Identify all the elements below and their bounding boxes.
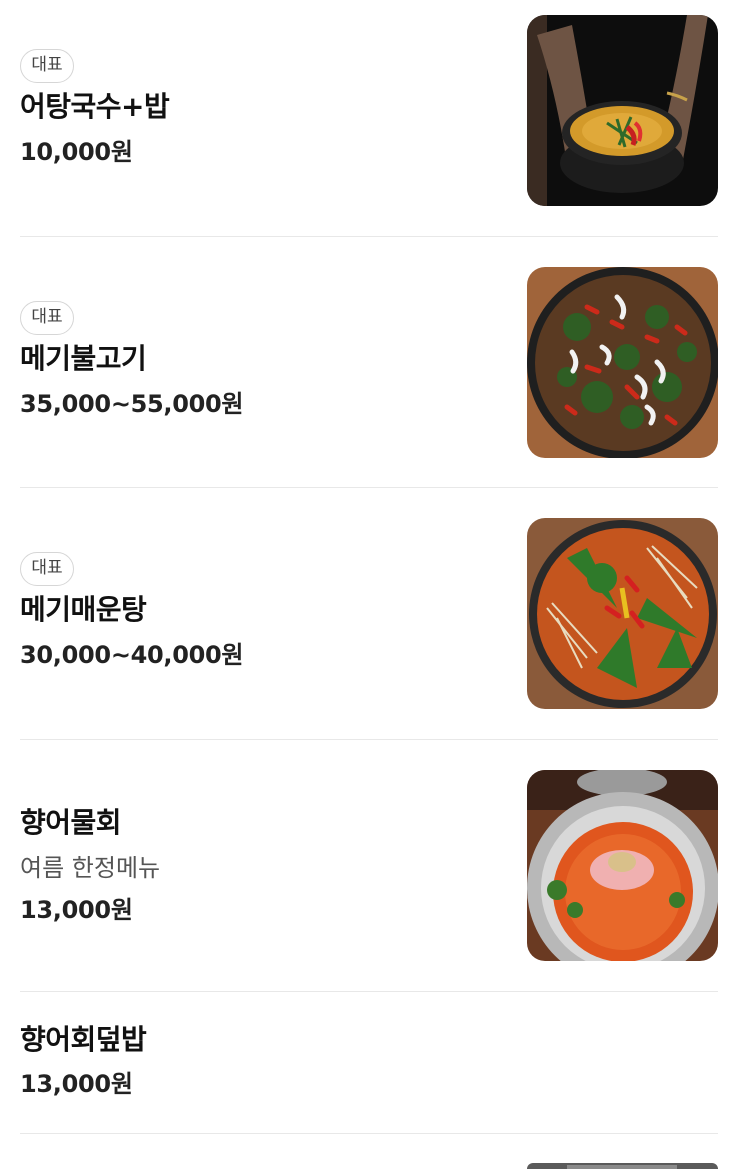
- menu-item-photo[interactable]: [527, 15, 718, 206]
- menu-list: 대표 어탕국수+밥 10,000원 대표 메기불고기 35,000~55,000…: [0, 0, 746, 1169]
- menu-item-name: 향어회덮밥: [20, 1023, 147, 1056]
- menu-item-photo[interactable]: [527, 770, 718, 961]
- menu-item-price: 13,000원: [20, 1070, 133, 1098]
- menu-item-price: 30,000~40,000원: [20, 641, 244, 669]
- menu-item-price: 10,000원: [20, 138, 133, 166]
- menu-item-price: 35,000~55,000원: [20, 390, 244, 418]
- signature-badge: 대표: [20, 301, 74, 335]
- menu-item-name: 메기불고기: [20, 342, 147, 375]
- menu-item-megi-bulgogi[interactable]: 대표 메기불고기 35,000~55,000원: [0, 237, 746, 488]
- menu-item-megi-maeuntang[interactable]: 대표 메기매운탕 30,000~40,000원: [0, 488, 746, 740]
- cold-raw-fish-soup-photo: [527, 770, 718, 961]
- menu-item-hyangeo-hoedeopbap[interactable]: 향어회덮밥 13,000원: [0, 992, 746, 1134]
- menu-item-photo[interactable]: [527, 518, 718, 709]
- item-divider: [20, 1133, 718, 1134]
- signature-badge: 대표: [20, 552, 74, 586]
- menu-item-price: 13,000원: [20, 896, 133, 924]
- signature-badge: 대표: [20, 49, 74, 83]
- menu-item-name: 메기매운탕: [20, 593, 147, 626]
- menu-item-name: 향어물회: [20, 806, 122, 839]
- catfish-bulgogi-pan-photo: [527, 267, 718, 458]
- menu-item-eotang-guksu[interactable]: 대표 어탕국수+밥 10,000원: [0, 0, 746, 237]
- next-item-photo[interactable]: [527, 1163, 718, 1169]
- menu-item-hyangeo-mulhoe[interactable]: 향어물회 여름 한정메뉴 13,000원: [0, 740, 746, 992]
- menu-item-photo[interactable]: [527, 267, 718, 458]
- menu-item-description: 여름 한정메뉴: [20, 854, 161, 882]
- fish-noodle-soup-bowl-photo: [527, 15, 718, 206]
- spicy-catfish-stew-photo: [527, 518, 718, 709]
- menu-item-name: 어탕국수+밥: [20, 90, 170, 123]
